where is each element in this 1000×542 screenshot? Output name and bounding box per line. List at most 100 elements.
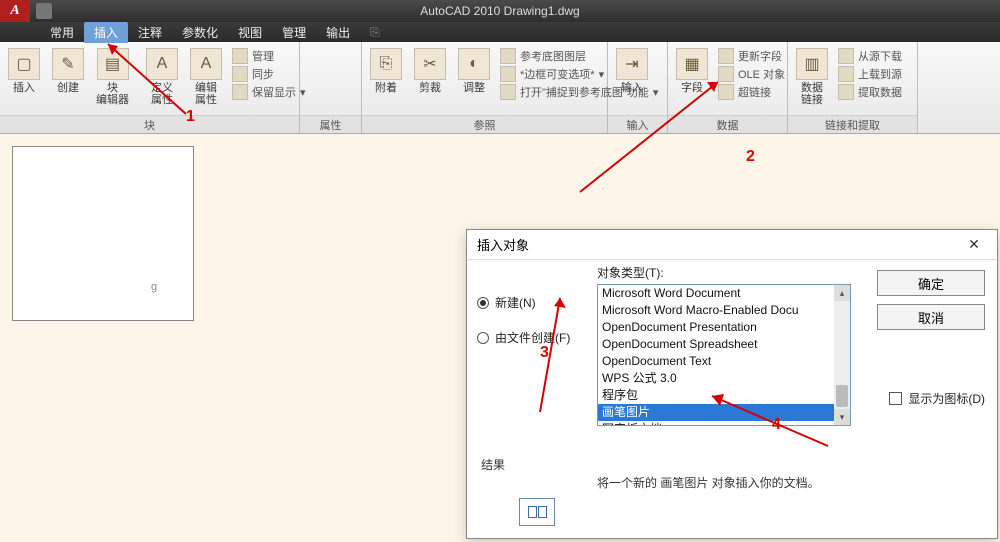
result-text: 将一个新的 画笔图片 对象插入你的文档。 — [597, 474, 820, 491]
link-icon — [718, 84, 734, 100]
hyperlink-button[interactable]: 超链接 — [718, 84, 785, 100]
tab-insert[interactable]: 插入 — [84, 22, 128, 43]
list-item[interactable]: 写字板文档 — [598, 421, 834, 426]
close-button[interactable]: ✕ — [959, 233, 989, 257]
model-viewport[interactable]: g — [12, 146, 194, 321]
insert-button[interactable]: ▢插入 — [2, 46, 46, 96]
dialog-title: 插入对象 — [477, 235, 529, 254]
list-item[interactable]: OpenDocument Spreadsheet — [598, 336, 834, 353]
checkbox-icon — [889, 392, 902, 405]
update-label: 更新字段 — [738, 48, 782, 64]
radio-create-new[interactable]: 新建(N) — [477, 294, 570, 311]
panel-reference-label[interactable]: 参照 — [362, 115, 607, 133]
sync-label: 同步 — [252, 66, 274, 82]
panel-link-extract: ▥数据 链接 从源下载 上载到源 提取数据 链接和提取 — [788, 42, 918, 133]
create-button[interactable]: ✎ 创建 — [46, 46, 90, 96]
scroll-up-icon[interactable]: ▴ — [834, 285, 850, 301]
radio-file-label: 由文件创建(F) — [495, 329, 570, 346]
cancel-button[interactable]: 取消 — [877, 304, 985, 330]
display-as-icon-label: 显示为图标(D) — [908, 390, 985, 407]
quick-access-toolbar — [30, 3, 58, 19]
radio-from-file[interactable]: 由文件创建(F) — [477, 329, 570, 346]
adjust-icon: ◐ — [458, 48, 490, 80]
update-field-button[interactable]: 更新字段 — [718, 48, 785, 64]
tab-annotate[interactable]: 注释 — [128, 22, 172, 43]
result-label: 结果 — [481, 456, 505, 473]
data-link-button[interactable]: ▥数据 链接 — [790, 46, 834, 108]
list-item[interactable]: Microsoft Word Macro-Enabled Docu — [598, 302, 834, 319]
block-editor-button[interactable]: ▤块 编辑器 — [90, 46, 135, 108]
edit-attr-button[interactable]: A编辑 属性 — [184, 46, 228, 108]
tab-output[interactable]: 输出 — [316, 22, 360, 43]
clip-label: 剪裁 — [419, 82, 441, 94]
data-link-label: 数据 链接 — [801, 82, 823, 106]
block-editor-label: 块 编辑器 — [96, 82, 129, 106]
scroll-down-icon[interactable]: ▾ — [834, 409, 850, 425]
object-type-listbox[interactable]: Microsoft Word Document Microsoft Word M… — [597, 284, 851, 426]
list-item[interactable]: WPS 公式 3.0 — [598, 370, 834, 387]
insert-icon: ▢ — [8, 48, 40, 80]
attach-button[interactable]: ⎘ 附着 — [364, 46, 408, 96]
create-label: 创建 — [57, 82, 79, 94]
display-as-icon-checkbox[interactable]: 显示为图标(D) — [889, 390, 985, 407]
define-attr-label: 定义 属性 — [151, 82, 173, 106]
extract-data-button[interactable]: 提取数据 — [838, 84, 902, 100]
panel-block-label[interactable]: 块 — [0, 115, 299, 133]
panel-import: ⇥输入 输入 — [608, 42, 668, 133]
download-label: 从源下载 — [858, 48, 902, 64]
download-button[interactable]: 从源下载 — [838, 48, 902, 64]
ok-button[interactable]: 确定 — [877, 270, 985, 296]
attach-label: 附着 — [375, 82, 397, 94]
block-editor-icon: ▤ — [97, 48, 129, 80]
sync-button[interactable]: 同步 — [232, 66, 306, 82]
attach-icon: ⎘ — [370, 48, 402, 80]
import-button[interactable]: ⇥输入 — [610, 46, 654, 96]
panel-attributes: 属性 — [300, 42, 362, 133]
upload-icon — [838, 66, 854, 82]
tab-extra[interactable]: ⎘ — [360, 23, 390, 42]
object-type-label: 对象类型(T): — [597, 264, 664, 281]
tab-parametric[interactable]: 参数化 — [172, 22, 228, 43]
list-item[interactable]: OpenDocument Text — [598, 353, 834, 370]
ole-label: OLE 对象 — [738, 66, 785, 82]
download-icon — [838, 48, 854, 64]
retain-display-button[interactable]: 保留显示 ▾ — [232, 84, 306, 100]
list-item[interactable]: Microsoft Word Document — [598, 285, 834, 302]
panel-attributes-label[interactable]: 属性 — [300, 115, 361, 133]
hyperlink-label: 超链接 — [738, 84, 771, 100]
field-icon: ▦ — [676, 48, 708, 80]
panel-data-label[interactable]: 数据 — [668, 115, 787, 133]
manage-icon — [232, 48, 248, 64]
retain-label: 保留显示 — [252, 84, 296, 100]
extract-icon — [838, 84, 854, 100]
list-item-selected[interactable]: 画笔图片 — [598, 404, 834, 421]
panel-data: ▦字段 更新字段 OLE 对象 超链接 数据 — [668, 42, 788, 133]
dialog-titlebar[interactable]: 插入对象 ✕ — [467, 230, 997, 260]
tab-common[interactable]: 常用 — [40, 22, 84, 43]
app-icon[interactable]: A — [0, 0, 30, 22]
upload-button[interactable]: 上载到源 — [838, 66, 902, 82]
list-item[interactable]: 程序包 — [598, 387, 834, 404]
tab-view[interactable]: 视图 — [228, 22, 272, 43]
manage-button[interactable]: 管理 — [232, 48, 306, 64]
edit-attr-icon: A — [190, 48, 222, 80]
adjust-label: 调整 — [463, 82, 485, 94]
panel-reference: ⎘附着 ✂剪裁 ◐调整 参考底图图层 *边框可变选项* ▾ 打开"捕捉到参考底图… — [362, 42, 608, 133]
scroll-thumb[interactable] — [836, 385, 848, 407]
adjust-button[interactable]: ◐ 调整 — [452, 46, 496, 96]
define-attr-button[interactable]: A定义 属性 — [140, 46, 184, 108]
field-button[interactable]: ▦字段 — [670, 46, 714, 96]
panel-import-label[interactable]: 输入 — [608, 115, 667, 133]
create-icon: ✎ — [52, 48, 84, 80]
snap-icon — [500, 84, 516, 100]
ole-object-button[interactable]: OLE 对象 — [718, 66, 785, 82]
panel-link-extract-label[interactable]: 链接和提取 — [788, 115, 917, 133]
frame-label: *边框可变选项* — [520, 66, 595, 82]
qat-button[interactable] — [36, 3, 52, 19]
list-item[interactable]: OpenDocument Presentation — [598, 319, 834, 336]
clip-button[interactable]: ✂剪裁 — [408, 46, 452, 96]
listbox-scrollbar[interactable]: ▴ ▾ — [834, 285, 850, 425]
frame-icon — [500, 66, 516, 82]
tab-manage[interactable]: 管理 — [272, 22, 316, 43]
upload-label: 上载到源 — [858, 66, 902, 82]
